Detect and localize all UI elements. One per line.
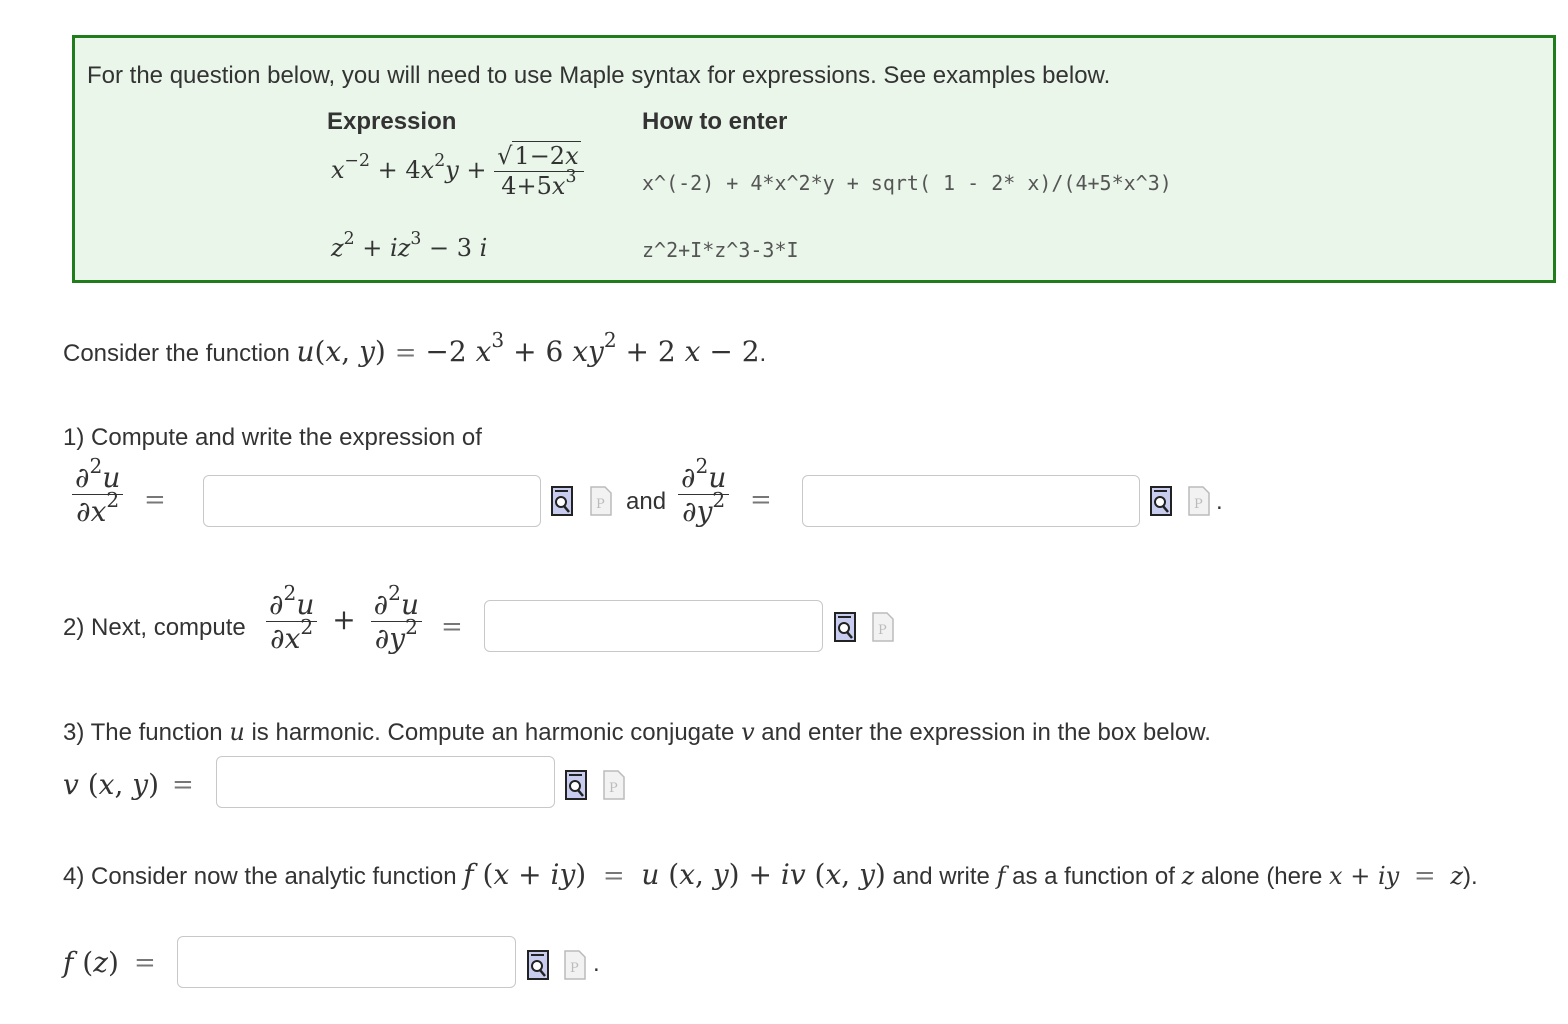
consider-text: Consider the function [63,340,290,367]
part4-text-e: ). [1462,863,1478,890]
part3-text-a: 3) The function [63,719,223,746]
maple-palette-icon[interactable]: P [1188,486,1210,516]
laplacian-label: ∂2u ∂x2 + ∂2u ∂y2 [266,583,422,654]
part4-label: 4) Consider now the analytic function f … [63,858,1478,891]
example1-expression: x−2 + 4x2y + √1−2x 4+5x3 [331,141,584,199]
header-expression: Expression [327,108,457,135]
example2-expression: z2 + iz3 − 3 i [331,228,488,262]
and-text: and [626,488,667,515]
part1-label: 1) Compute and write the expression of [63,424,482,451]
part4-text-b: and write [892,863,990,890]
svg-text:P: P [1194,497,1203,512]
part2-label: 2) Next, compute [63,614,246,641]
svg-text:P: P [596,497,605,512]
laplacian-input[interactable] [484,600,823,652]
maple-palette-icon[interactable]: P [603,770,625,800]
part4-text-a: 4) Consider now the analytic function [63,863,457,890]
v-input[interactable] [216,756,555,808]
header-how-to-enter: How to enter [642,108,788,135]
uxx-label: ∂2u ∂x2 [72,456,124,527]
preview-icon[interactable] [834,612,856,642]
v-label: v (x, y) [63,768,160,801]
maple-palette-icon[interactable]: P [872,612,894,642]
svg-text:P: P [878,623,887,638]
function-definition: Consider the function u(x, y) = −2 x3 + … [63,327,767,368]
period: . [593,950,600,977]
part3-text-c: and enter the expression in the box belo… [761,719,1211,746]
uyy-input[interactable] [802,475,1140,527]
part3-label: 3) The function u is harmonic. Compute a… [63,718,1211,746]
equals-sign: = [441,612,463,642]
f-label: f (z) [63,946,119,979]
maple-palette-icon[interactable]: P [590,486,612,516]
preview-icon[interactable] [551,486,573,516]
f-input[interactable] [177,936,516,988]
maple-palette-icon[interactable]: P [564,950,586,980]
equals-sign: = [172,770,194,800]
svg-text:P: P [609,781,618,796]
equals-sign: = [750,485,772,515]
svg-text:P: P [570,961,579,976]
preview-icon[interactable] [527,950,549,980]
preview-icon[interactable] [1150,486,1172,516]
part4-text-d: alone (here [1200,863,1323,890]
uxx-input[interactable] [203,475,541,527]
equals-sign: = [134,948,156,978]
period: . [1216,488,1223,515]
maple-syntax-instructions: For the question below, you will need to… [72,35,1556,283]
example1-syntax: x^(-2) + 4*x^2*y + sqrt( 1 - 2* x)/(4+5*… [642,171,1172,195]
example2-syntax: z^2+I*z^3-3*I [642,238,799,262]
preview-icon[interactable] [565,770,587,800]
uyy-label: ∂2u ∂y2 [678,456,730,527]
part4-text-c: as a function of [1012,863,1175,890]
instructions-intro: For the question below, you will need to… [87,62,1111,89]
part3-text-b: is harmonic. Compute an harmonic conjuga… [251,719,735,746]
equals-sign: = [144,485,166,515]
